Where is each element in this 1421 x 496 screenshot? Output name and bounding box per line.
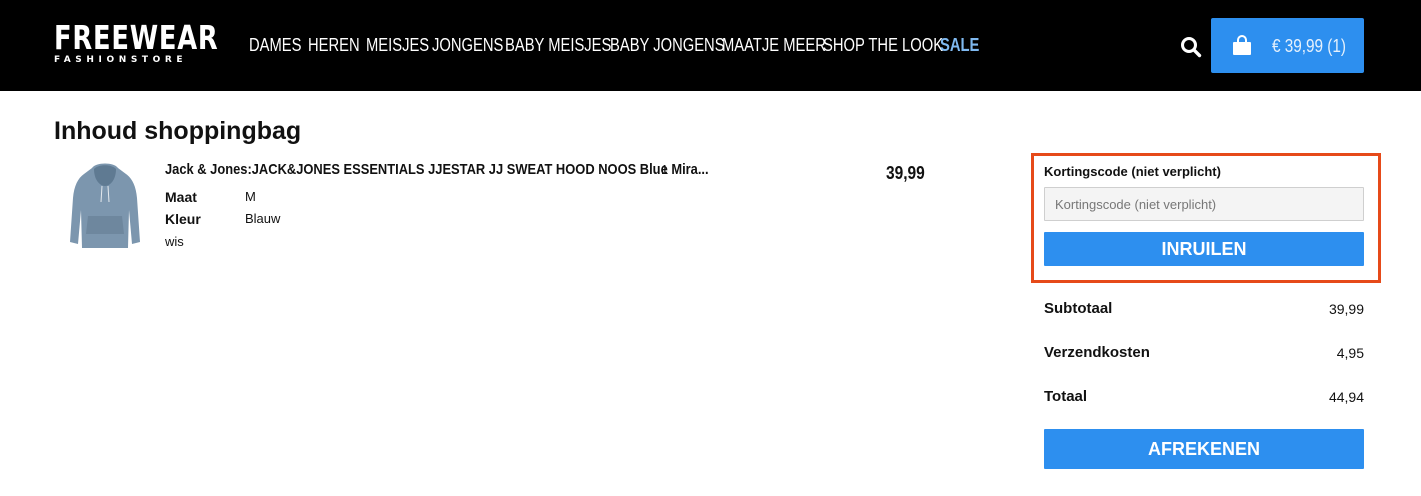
page-title: Inhoud shoppingbag (54, 117, 302, 145)
site-header: FREEWEAR FASHIONSTORE DAMES HEREN MEISJE… (0, 0, 1421, 91)
search-button[interactable] (1179, 35, 1203, 59)
cart-total: € 39,99 (1) (1272, 36, 1347, 56)
remove-item-link[interactable]: wis (165, 233, 184, 251)
color-value: Blauw (245, 211, 281, 226)
subtotal-label: Subtotaal (1044, 300, 1113, 317)
shipping-value: 4,95 (1336, 345, 1364, 361)
nav-item-jongens[interactable]: JONGENS (432, 34, 503, 56)
nav-item-sale[interactable]: SALE (940, 34, 979, 56)
shopping-bag-icon (1233, 35, 1251, 55)
size-value: M (245, 189, 256, 204)
checkout-button[interactable]: AFREKENEN (1044, 429, 1364, 469)
nav-item-meisjes[interactable]: MEISJES (366, 34, 429, 56)
nav-item-shop-the-look[interactable]: SHOP THE LOOK (823, 34, 943, 56)
redeem-button[interactable]: INRUILEN (1044, 232, 1364, 266)
subtotal-value: 39,99 (1328, 301, 1364, 317)
logo-main-text: FREEWEAR (54, 18, 219, 57)
color-label: Kleur (165, 211, 201, 227)
nav-item-baby-meisjes[interactable]: BABY MEISJES (505, 34, 611, 56)
nav-item-dames[interactable]: DAMES (249, 34, 301, 56)
discount-code-input[interactable] (1044, 187, 1364, 221)
nav-item-heren[interactable]: HEREN (308, 34, 360, 56)
size-label: Maat (165, 189, 197, 205)
nav-item-maatje-meer[interactable]: MAATJE MEER (722, 34, 826, 56)
product-quantity[interactable]: 1 (661, 162, 668, 178)
shipping-label: Verzendkosten (1044, 344, 1150, 361)
product-image[interactable] (66, 160, 144, 256)
total-label: Totaal (1044, 388, 1088, 405)
nav-item-baby-jongens[interactable]: BABY JONGENS (610, 34, 725, 56)
search-icon (1181, 37, 1202, 58)
total-value: 44,94 (1328, 389, 1364, 405)
product-price: 39,99 (886, 163, 925, 183)
discount-label: Kortingscode (niet verplicht) (1044, 164, 1221, 179)
site-logo[interactable]: FREEWEAR FASHIONSTORE (54, 18, 265, 66)
main-nav: DAMES HEREN MEISJES JONGENS BABY MEISJES… (249, 34, 980, 56)
hoodie-image (70, 163, 140, 248)
cart-button[interactable]: € 39,99 (1) (1211, 18, 1364, 73)
product-name[interactable]: Jack & Jones:JACK&JONES ESSENTIALS JJEST… (165, 161, 709, 179)
